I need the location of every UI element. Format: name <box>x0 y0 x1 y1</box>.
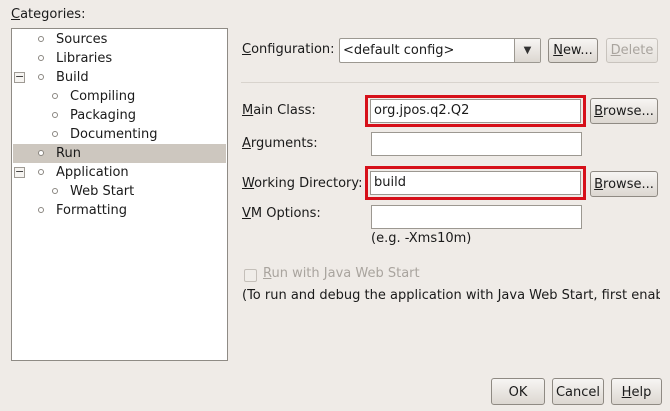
tree-item-label: Compiling <box>70 89 136 104</box>
help-button[interactable]: Help <box>611 378 662 405</box>
collapse-icon[interactable]: − <box>14 71 25 83</box>
tree-item-label: Sources <box>56 32 108 47</box>
categories-tree[interactable]: Sources Libraries − Build Compiling Packaging… <box>11 28 228 361</box>
tree-item-label: Documenting <box>70 127 158 142</box>
tree-item-label: Run <box>56 146 81 161</box>
web-start-checkbox[interactable] <box>244 269 257 282</box>
vm-options-input[interactable] <box>371 205 582 229</box>
tree-item-compiling[interactable]: Compiling <box>13 87 226 106</box>
bullet-icon <box>52 188 58 194</box>
bullet-icon <box>38 36 44 42</box>
delete-config-button[interactable]: Delete <box>606 38 658 63</box>
main-class-label: Main Class: <box>242 103 316 118</box>
working-directory-label: Working Directory: <box>242 176 363 191</box>
configuration-combo[interactable]: <default config> ▼ <box>339 38 541 63</box>
tree-item-web-start[interactable]: Web Start <box>13 182 226 201</box>
tree-item-sources[interactable]: Sources <box>13 30 226 49</box>
web-start-label: Run with Java Web Start <box>263 266 420 281</box>
bullet-icon <box>38 207 44 213</box>
bullet-icon <box>38 169 44 175</box>
collapse-icon[interactable]: − <box>14 166 25 178</box>
tree-item-label: Application <box>56 165 129 180</box>
configuration-label: Configuration: <box>242 42 335 57</box>
bullet-icon <box>52 93 58 99</box>
tree-item-label: Web Start <box>70 184 135 199</box>
tree-item-formatting[interactable]: Formatting <box>13 201 226 220</box>
vm-options-hint: (e.g. -Xms10m) <box>371 231 472 246</box>
tree-item-documenting[interactable]: Documenting <box>13 125 226 144</box>
separator <box>241 82 659 83</box>
tree-item-label: Formatting <box>56 203 128 218</box>
ok-button[interactable]: OK <box>491 378 545 405</box>
main-class-browse-button[interactable]: Browse... <box>590 98 658 124</box>
new-config-button[interactable]: New... <box>548 38 598 63</box>
bullet-icon <box>52 112 58 118</box>
chevron-down-icon[interactable]: ▼ <box>514 39 540 62</box>
bullet-icon <box>52 131 58 137</box>
tree-item-label: Build <box>56 70 89 85</box>
tree-item-build[interactable]: − Build <box>13 68 226 87</box>
working-directory-input[interactable]: build <box>370 171 581 195</box>
tree-item-libraries[interactable]: Libraries <box>13 49 226 68</box>
arguments-label: Arguments: <box>242 136 318 151</box>
tree-item-application[interactable]: − Application <box>13 163 226 182</box>
tree-item-run[interactable]: Run <box>13 144 226 163</box>
configuration-value: <default config> <box>343 43 455 58</box>
categories-label: Categories: <box>11 7 86 22</box>
bullet-icon <box>38 55 44 61</box>
bullet-icon <box>38 74 44 80</box>
main-class-input[interactable]: org.jpos.q2.Q2 <box>370 99 581 123</box>
tree-item-label: Packaging <box>70 108 136 123</box>
tree-item-label: Libraries <box>56 51 113 66</box>
vm-options-label: VM Options: <box>242 206 321 221</box>
tree-item-packaging[interactable]: Packaging <box>13 106 226 125</box>
bullet-icon <box>38 150 44 156</box>
arguments-input[interactable] <box>371 132 582 156</box>
web-start-note: (To run and debug the application with J… <box>242 288 660 303</box>
working-directory-browse-button[interactable]: Browse... <box>590 171 658 197</box>
cancel-button[interactable]: Cancel <box>552 378 604 405</box>
